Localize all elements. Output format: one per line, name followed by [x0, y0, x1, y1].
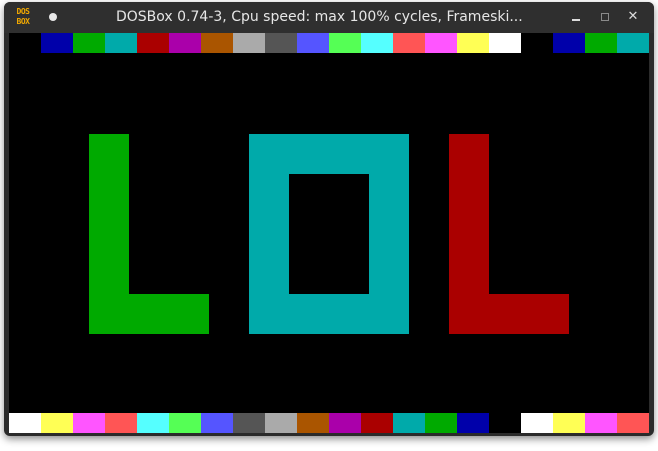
palette-swatch [233, 33, 265, 53]
palette-swatch [73, 413, 105, 433]
maximize-button[interactable] [596, 8, 614, 26]
palette-swatch [201, 33, 233, 53]
palette-swatch [9, 413, 41, 433]
palette-swatch [553, 413, 585, 433]
palette-swatch [329, 413, 361, 433]
pin-dot-icon[interactable] [49, 13, 57, 21]
palette-swatch [137, 413, 169, 433]
app-icon-text-bottom: BOX [16, 17, 30, 26]
minimize-button[interactable] [567, 8, 585, 26]
palette-swatch [585, 413, 617, 433]
palette-swatch [489, 413, 521, 433]
palette-swatch [617, 33, 649, 53]
title-bar[interactable]: DOS BOX DOSBox 0.74-3, Cpu speed: max 10… [4, 2, 654, 33]
palette-swatch [553, 33, 585, 53]
palette-swatch [297, 413, 329, 433]
palette-swatch [617, 413, 649, 433]
letter-l-left-stroke [89, 294, 209, 334]
palette-swatch [585, 33, 617, 53]
palette-swatch [137, 33, 169, 53]
palette-swatch [361, 33, 393, 53]
close-icon: ✕ [627, 9, 639, 24]
top-color-palette [9, 33, 649, 53]
palette-swatch [265, 33, 297, 53]
dosbox-app-icon[interactable]: DOS BOX [13, 7, 33, 27]
palette-swatch [457, 413, 489, 433]
letter-o-middle-stroke [369, 134, 409, 334]
close-button[interactable]: ✕ [624, 8, 642, 26]
palette-swatch [41, 413, 73, 433]
letter-o-middle-stroke [249, 134, 289, 334]
palette-swatch [41, 33, 73, 53]
palette-swatch [169, 33, 201, 53]
minimize-icon [572, 19, 580, 21]
bottom-color-palette [9, 413, 649, 433]
palette-swatch [489, 33, 521, 53]
maximize-icon [601, 13, 609, 21]
palette-swatch [361, 413, 393, 433]
palette-swatch [169, 413, 201, 433]
palette-swatch [233, 413, 265, 433]
app-icon-text-top: DOS [16, 7, 30, 16]
dos-screen[interactable] [9, 33, 649, 433]
palette-swatch [329, 33, 361, 53]
letter-l-right-stroke [449, 294, 569, 334]
dosbox-window: DOS BOX DOSBox 0.74-3, Cpu speed: max 10… [4, 2, 654, 436]
window-title: DOSBox 0.74-3, Cpu speed: max 100% cycle… [116, 9, 523, 25]
palette-swatch [425, 413, 457, 433]
palette-swatch [201, 413, 233, 433]
palette-swatch [425, 33, 457, 53]
palette-swatch [457, 33, 489, 53]
palette-swatch [393, 413, 425, 433]
palette-swatch [105, 413, 137, 433]
palette-swatch [521, 33, 553, 53]
palette-swatch [73, 33, 105, 53]
palette-swatch [521, 413, 553, 433]
palette-swatch [9, 33, 41, 53]
palette-swatch [393, 33, 425, 53]
palette-swatch [297, 33, 329, 53]
palette-swatch [105, 33, 137, 53]
palette-swatch [265, 413, 297, 433]
